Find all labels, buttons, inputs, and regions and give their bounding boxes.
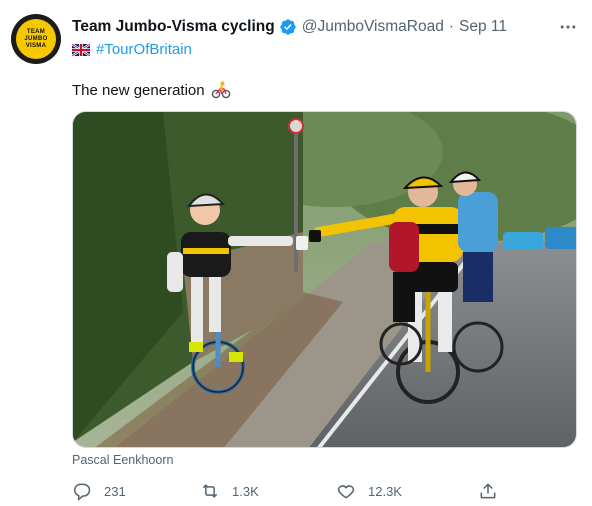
tweet-actions: 231 1.3K 12.3K [72, 480, 502, 502]
photo-credit[interactable]: Pascal Eenkhoorn [72, 453, 173, 467]
share-icon [480, 483, 496, 499]
separator-dot: · [448, 18, 454, 35]
tweet-photo[interactable] [72, 111, 577, 448]
retweet-button[interactable]: 1.3K [200, 480, 259, 502]
tweet-card: TEAM JUMBO VISMA Team Jumbo-Visma cyclin… [0, 0, 592, 506]
avatar-text-jumbo: JUMBO [24, 35, 48, 42]
team-car [503, 232, 543, 250]
reply-count: 231 [104, 483, 126, 499]
tweet-text-content: The new generation [72, 81, 205, 99]
retweet-count: 1.3K [232, 483, 259, 499]
tweet-header: Team Jumbo-Visma cycling @JumboVismaRoad… [72, 17, 507, 37]
cyclist-emoji-icon [211, 80, 231, 100]
like-count: 12.3K [368, 483, 402, 499]
user-handle[interactable]: @JumboVismaRoad [302, 18, 444, 36]
like-button[interactable]: 12.3K [336, 480, 402, 502]
heart-icon [337, 485, 355, 499]
tweet-text: The new generation [72, 79, 231, 101]
display-name[interactable]: Team Jumbo-Visma cycling [72, 18, 275, 36]
hashtag-link[interactable]: #TourOfBritain [96, 41, 192, 58]
reply-icon [74, 483, 91, 501]
team-logo: TEAM JUMBO VISMA [16, 19, 56, 59]
hashtag-line: #TourOfBritain [71, 39, 192, 59]
team-car [545, 227, 576, 249]
avatar-text-visma: VISMA [25, 42, 47, 49]
tweet-date[interactable]: Sep 11 [459, 18, 507, 36]
uk-flag-icon [71, 43, 91, 57]
road-sign [288, 118, 304, 134]
share-button[interactable] [478, 480, 510, 502]
avatar-text-team: TEAM [26, 28, 46, 35]
avatar[interactable]: TEAM JUMBO VISMA [11, 14, 61, 64]
more-options-icon[interactable] [556, 17, 580, 37]
retweet-icon [202, 484, 218, 498]
verified-badge-icon [279, 18, 297, 36]
reply-button[interactable]: 231 [72, 480, 126, 502]
